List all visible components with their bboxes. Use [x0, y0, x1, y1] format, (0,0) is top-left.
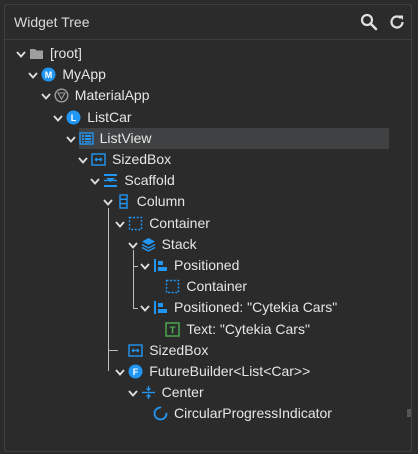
positioned-icon [153, 300, 168, 315]
tree-guide-line [132, 307, 138, 309]
tree-node-label: Column [136, 193, 186, 210]
circular-progress-icon [153, 406, 168, 421]
tree-guide-line [107, 207, 109, 372]
scaffold-icon [103, 173, 118, 188]
tree-node-label: Container [186, 278, 248, 295]
chevron-down-icon[interactable] [65, 128, 77, 149]
tree-node-label: Positioned: "Cytekia Cars" [174, 299, 338, 316]
chevron-down-icon[interactable] [27, 64, 39, 85]
tree-node[interactable]: Positioned [5, 255, 411, 276]
tree-guide-line [132, 265, 138, 267]
tree-node-label: MaterialApp [74, 87, 150, 104]
tree-node[interactable]: Center [5, 382, 411, 403]
tree-node[interactable]: Stack [5, 234, 411, 255]
tree-guide-line [107, 350, 118, 352]
tree-node-label: [root] [50, 45, 82, 61]
svg-text:L: L [71, 113, 77, 123]
tree-node-label: Center [161, 384, 204, 401]
stack-icon [141, 237, 156, 252]
tree-node[interactable]: T Text: "Cytekia Cars" [5, 319, 411, 340]
tree-node-label: Scaffold [124, 172, 175, 189]
container-icon [128, 216, 143, 231]
chevron-down-icon[interactable] [15, 43, 27, 64]
tree-node-label: SizedBox [149, 341, 209, 358]
tree-node[interactable]: [root] [5, 43, 411, 64]
tree-node[interactable]: Scaffold [5, 170, 411, 191]
positioned-icon [153, 258, 168, 273]
widget-tree-panel: Widget Tree [root] M MyApp MaterialApp L List… [4, 4, 412, 452]
column-icon [116, 194, 131, 210]
tree-node[interactable]: Positioned: "Cytekia Cars" [5, 297, 411, 318]
chevron-down-icon[interactable] [114, 213, 126, 234]
sized-box-icon [128, 343, 143, 358]
scrollbar-marker[interactable] [407, 409, 411, 417]
chevron-down-icon[interactable] [77, 149, 89, 170]
refresh-icon[interactable] [388, 13, 406, 31]
tree-node[interactable]: M MyApp [5, 64, 411, 85]
tree-node[interactable]: F FutureBuilder<List<Car>> [5, 361, 411, 382]
tree-node-label: SizedBox [112, 151, 172, 167]
tree-node[interactable]: Container [5, 276, 411, 297]
material-logo-icon [54, 88, 69, 103]
panel-title: Widget Tree [14, 14, 90, 30]
tree-node[interactable]: Column [5, 191, 411, 212]
tree-node[interactable]: MaterialApp [5, 85, 411, 106]
svg-text:T: T [170, 325, 176, 336]
chevron-down-icon[interactable] [114, 361, 126, 382]
material-app-widget-icon: M [41, 67, 56, 82]
search-icon[interactable] [360, 13, 378, 31]
tree-node[interactable]: SizedBox [5, 149, 411, 170]
container-icon [165, 279, 180, 294]
tree-node[interactable]: Container [5, 213, 411, 234]
chevron-down-icon[interactable] [139, 255, 151, 276]
tree-node[interactable]: ListView [65, 127, 389, 149]
stateless-widget-icon: L [66, 110, 81, 125]
tree-node-label: Positioned [174, 257, 240, 273]
tree-node[interactable]: CircularProgressIndicator [5, 403, 411, 424]
tree-node-label: MyApp [62, 66, 106, 83]
tree-node-label: Text: "Cytekia Cars" [186, 320, 310, 337]
tree-node-label: ListCar [87, 108, 132, 125]
center-icon [141, 385, 156, 400]
tree-guide-line [132, 250, 134, 308]
chevron-down-icon[interactable] [40, 85, 52, 106]
svg-text:M: M [45, 70, 53, 80]
chevron-down-icon[interactable] [139, 297, 151, 318]
svg-text:F: F [133, 367, 139, 377]
tree-node-label: Stack [161, 235, 197, 252]
future-builder-icon: F [128, 364, 143, 379]
chevron-down-icon[interactable] [52, 107, 64, 128]
panel-header: Widget Tree [5, 5, 411, 40]
tree-node-label: Container [149, 214, 210, 231]
tree-node-label: FutureBuilder<List<Car>> [149, 363, 311, 379]
folder-icon [29, 46, 44, 61]
text-icon: T [165, 321, 181, 337]
sized-box-icon [91, 152, 106, 167]
tree-node[interactable]: L ListCar [5, 107, 411, 128]
chevron-down-icon[interactable] [127, 382, 139, 403]
tree-node-label: ListView [99, 129, 152, 146]
list-view-icon [78, 131, 94, 146]
chevron-down-icon[interactable] [89, 170, 101, 191]
tree-node[interactable]: SizedBox [5, 340, 411, 361]
tree-node-label: CircularProgressIndicator [174, 405, 332, 422]
